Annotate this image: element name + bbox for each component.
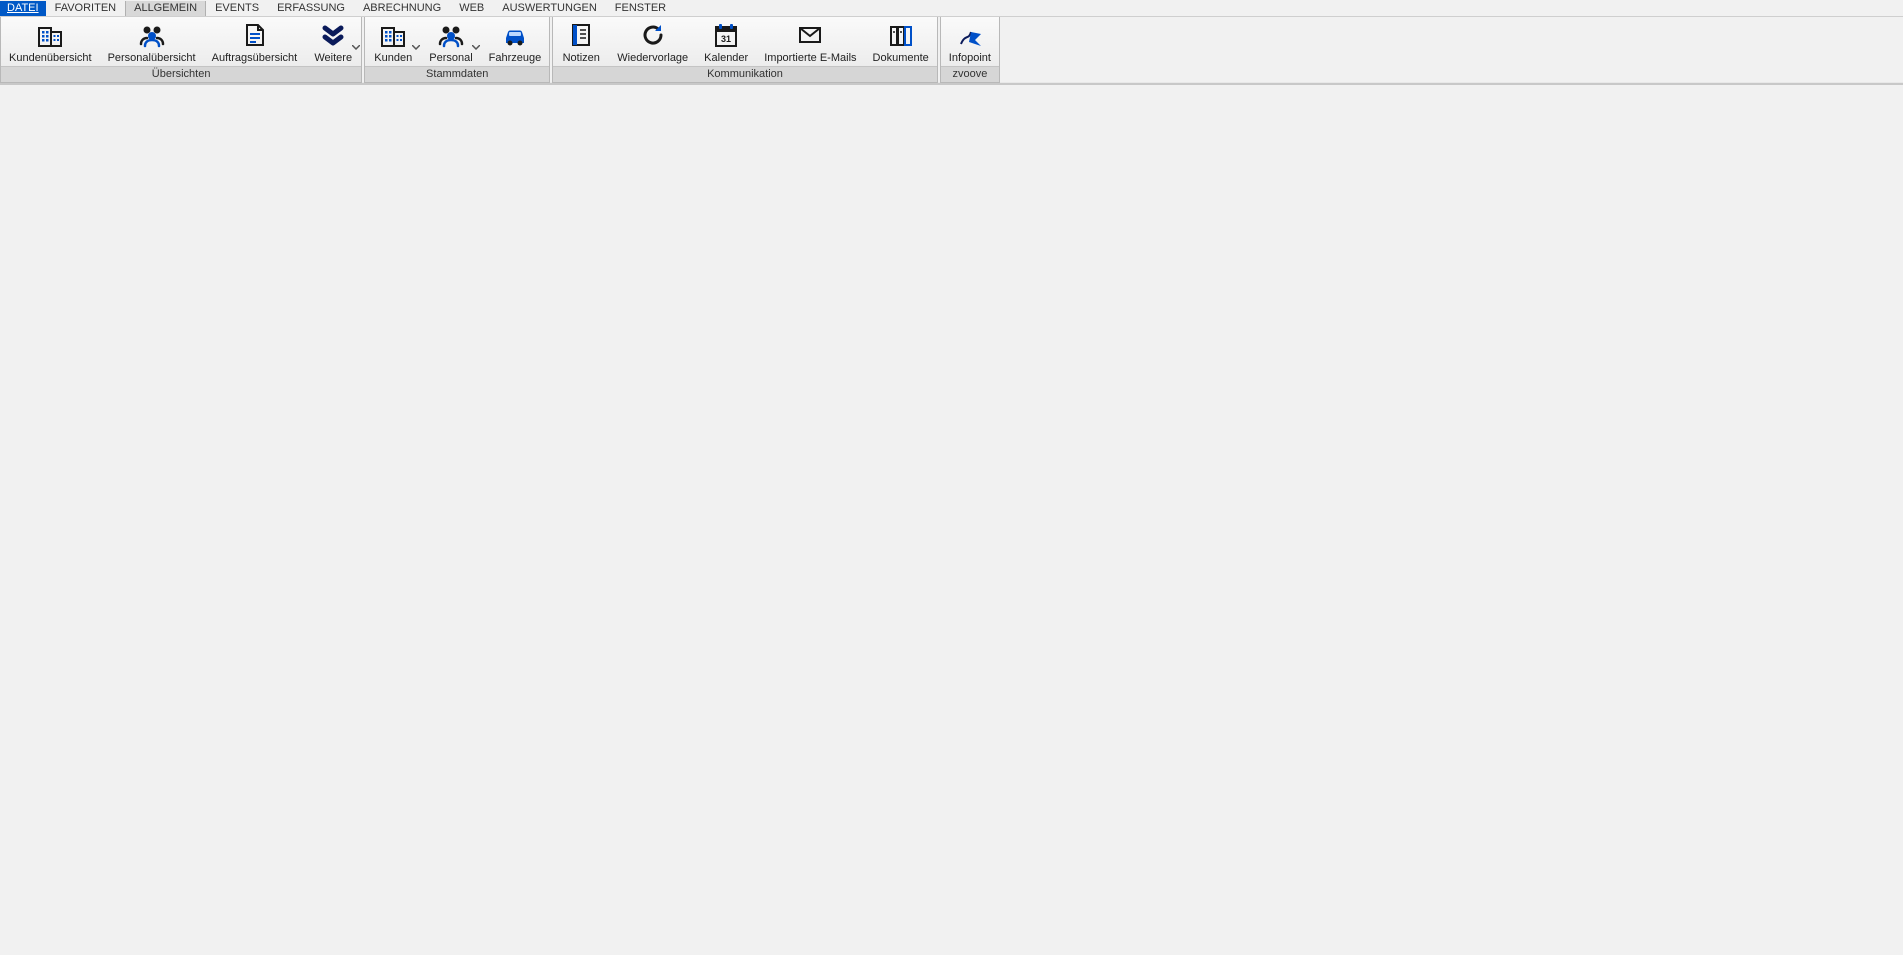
buildings-icon — [36, 21, 64, 49]
menu-label: ERFASSUNG — [277, 2, 345, 14]
chevron-down-icon — [412, 45, 420, 50]
menu-bar: DATEI FAVORITEN ALLGEMEIN EVENTS ERFASSU… — [0, 0, 1903, 17]
menu-label: AUSWERTUNGEN — [502, 2, 597, 14]
menu-label: WEB — [459, 2, 484, 14]
car-icon — [501, 21, 529, 49]
ribbon-button-label: Kundenübersicht — [9, 52, 92, 64]
notizen-button[interactable]: Notizen — [553, 17, 609, 66]
ribbon-group-kommunikation: Notizen Wiedervorlage Kalender Importier… — [552, 17, 938, 83]
ribbon-group-zvoove: Infopoint zvoove — [940, 17, 1000, 83]
ribbon-group-title: Stammdaten — [365, 66, 549, 82]
menu-favoriten[interactable]: FAVORITEN — [46, 1, 126, 16]
ribbon-button-label: Infopoint — [949, 52, 991, 64]
menu-events[interactable]: EVENTS — [206, 1, 268, 16]
chevron-down-icon — [352, 45, 360, 50]
menu-label: ALLGEMEIN — [134, 2, 197, 14]
people-icon — [437, 21, 465, 49]
ribbon-group-title: Kommunikation — [553, 66, 937, 82]
menu-web[interactable]: WEB — [450, 1, 493, 16]
menu-label: FAVORITEN — [55, 2, 117, 14]
kalender-button[interactable]: Kalender — [696, 17, 756, 66]
menu-allgemein[interactable]: ALLGEMEIN — [125, 1, 206, 16]
fahrzeuge-button[interactable]: Fahrzeuge — [481, 17, 550, 66]
ribbon-group-title: Übersichten — [1, 66, 361, 82]
ribbon-button-label: Dokumente — [873, 52, 929, 64]
menu-datei[interactable]: DATEI — [0, 1, 46, 16]
menu-auswertungen[interactable]: AUSWERTUNGEN — [493, 1, 606, 16]
ribbon-button-label: Personalübersicht — [108, 52, 196, 64]
menu-erfassung[interactable]: ERFASSUNG — [268, 1, 354, 16]
ribbon: Kundenübersicht Personalübersicht Auftra… — [0, 17, 1903, 85]
buildings-icon — [379, 21, 407, 49]
document-icon — [240, 21, 268, 49]
dokumente-button[interactable]: Dokumente — [865, 17, 937, 66]
menu-label: FENSTER — [615, 2, 666, 14]
ribbon-button-label: Notizen — [563, 52, 600, 64]
ribbon-button-label: Fahrzeuge — [489, 52, 542, 64]
calendar-icon — [712, 21, 740, 49]
infopoint-button[interactable]: Infopoint — [941, 17, 999, 66]
ribbon-group-stammdaten: Kunden Personal Fahrzeuge Stammdaten — [364, 17, 550, 83]
auftragsuebersicht-button[interactable]: Auftragsübersicht — [204, 17, 306, 66]
ribbon-button-label: Importierte E-Mails — [764, 52, 856, 64]
menu-abrechnung[interactable]: ABRECHNUNG — [354, 1, 450, 16]
note-icon — [567, 21, 595, 49]
people-icon — [138, 21, 166, 49]
importierte-emails-button[interactable]: Importierte E-Mails — [756, 17, 864, 66]
wiedervorlage-button[interactable]: Wiedervorlage — [609, 17, 696, 66]
content-area — [0, 85, 1903, 955]
chevron-down-icon — [472, 45, 480, 50]
double-chevron-down-icon — [319, 21, 347, 49]
menu-label: ABRECHNUNG — [363, 2, 441, 14]
ribbon-button-label: Kunden — [374, 52, 412, 64]
ribbon-group-title: zvoove — [941, 66, 999, 82]
ribbon-button-label: Weitere — [314, 52, 352, 64]
menu-label: DATEI — [7, 2, 39, 14]
weitere-button[interactable]: Weitere — [305, 17, 361, 66]
books-icon — [887, 21, 915, 49]
refresh-icon — [639, 21, 667, 49]
kundenuebersicht-button[interactable]: Kundenübersicht — [1, 17, 100, 66]
kunden-button[interactable]: Kunden — [365, 17, 421, 66]
menu-label: EVENTS — [215, 2, 259, 14]
ribbon-group-uebersichten: Kundenübersicht Personalübersicht Auftra… — [0, 17, 362, 83]
ribbon-button-label: Kalender — [704, 52, 748, 64]
mail-icon — [796, 21, 824, 49]
ribbon-button-label: Wiedervorlage — [617, 52, 688, 64]
menu-fenster[interactable]: FENSTER — [606, 1, 675, 16]
personaluebersicht-button[interactable]: Personalübersicht — [100, 17, 204, 66]
ribbon-button-label: Personal — [429, 52, 472, 64]
flag-icon — [956, 21, 984, 49]
personal-button[interactable]: Personal — [421, 17, 480, 66]
ribbon-button-label: Auftragsübersicht — [212, 52, 298, 64]
